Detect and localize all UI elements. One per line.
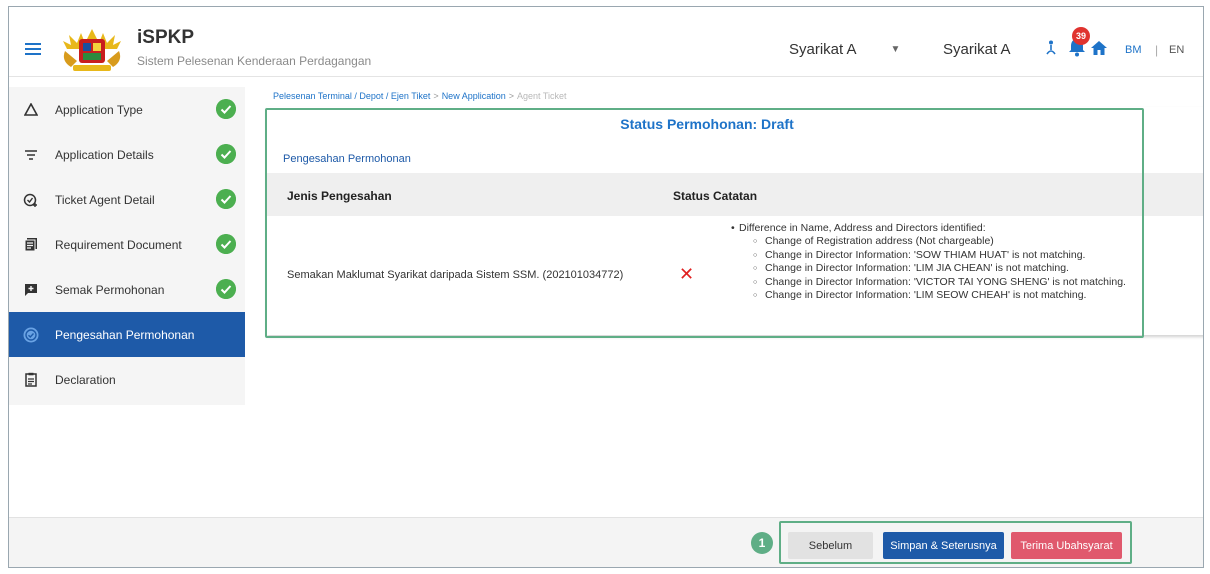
sidebar-item-label: Ticket Agent Detail xyxy=(55,192,155,207)
completed-check-icon xyxy=(216,189,236,209)
company-select-value: Syarikat A xyxy=(789,41,857,58)
breadcrumb-link-licensing[interactable]: Pelesenan Terminal / Depot / Ejen Tiket xyxy=(273,91,430,101)
document-icon xyxy=(23,237,39,253)
save-and-next-button[interactable]: Simpan & Seterusnya xyxy=(883,532,1004,559)
breadcrumb-link-new-application[interactable]: New Application xyxy=(442,91,506,101)
clipboard-icon xyxy=(23,372,39,388)
sidebar-item-label: Semak Permohonan xyxy=(55,282,165,297)
sidebar-item-pengesahan-permohonan[interactable]: Pengesahan Permohonan xyxy=(9,312,245,357)
sidebar-item-application-details[interactable]: Application Details xyxy=(9,132,245,177)
sidebar-item-declaration[interactable]: Declaration xyxy=(9,357,245,402)
company-select[interactable]: Syarikat A ▼ xyxy=(789,41,900,58)
sidebar-item-semak-permohonan[interactable]: Semak Permohonan xyxy=(9,267,245,312)
sidebar-item-label: Pengesahan Permohonan xyxy=(55,327,195,342)
app-subtitle: Sistem Pelesenan Kenderaan Perdagangan xyxy=(137,54,372,68)
completed-check-icon xyxy=(216,144,236,164)
sidebar-item-label: Application Type xyxy=(55,102,143,117)
app-window: iSPKP Sistem Pelesenan Kenderaan Perdaga… xyxy=(8,6,1204,568)
sidebar-item-requirement-document[interactable]: Requirement Document xyxy=(9,222,245,267)
step-number-badge: 1 xyxy=(751,532,773,554)
sidebar: Application Type Application Details Tic… xyxy=(9,87,245,405)
notification-badge: 39 xyxy=(1072,27,1090,45)
caret-down-icon: ▼ xyxy=(890,44,901,55)
home-icon[interactable] xyxy=(1091,41,1107,55)
breadcrumb: Pelesenan Terminal / Depot / Ejen Tiket >… xyxy=(273,91,567,101)
lang-en-link[interactable]: EN xyxy=(1169,44,1184,56)
message-add-icon xyxy=(23,282,39,298)
previous-button[interactable]: Sebelum xyxy=(788,532,873,559)
sidebar-item-application-type[interactable]: Application Type xyxy=(9,87,245,132)
sidebar-item-label: Declaration xyxy=(55,372,116,387)
breadcrumb-current: Agent Ticket xyxy=(517,91,567,101)
person-add-icon xyxy=(23,192,39,208)
breadcrumb-separator: > xyxy=(433,91,439,101)
filter-lines-icon xyxy=(23,147,39,163)
sidebar-item-label: Application Details xyxy=(55,147,154,162)
coat-of-arms-logo xyxy=(63,29,121,71)
triangle-icon xyxy=(23,102,39,118)
completed-check-icon xyxy=(216,234,236,254)
lang-separator: | xyxy=(1155,43,1159,57)
accept-conditions-button[interactable]: Terima Ubahsyarat xyxy=(1011,532,1122,559)
hamburger-menu-icon[interactable] xyxy=(25,43,41,55)
annotation-highlight-box xyxy=(265,108,1144,338)
completed-check-icon xyxy=(216,279,236,299)
top-header: iSPKP Sistem Pelesenan Kenderaan Perdaga… xyxy=(9,7,1203,77)
breadcrumb-separator: > xyxy=(508,91,514,101)
lang-bm-link[interactable]: BM xyxy=(1125,44,1142,56)
check-circle-icon xyxy=(23,327,39,343)
company-name: Syarikat A xyxy=(943,41,1011,58)
completed-check-icon xyxy=(216,99,236,119)
sidebar-item-label: Requirement Document xyxy=(55,237,182,252)
sidebar-item-ticket-agent-detail[interactable]: Ticket Agent Detail xyxy=(9,177,245,222)
accessibility-icon[interactable] xyxy=(1045,40,1057,56)
app-title: iSPKP xyxy=(137,27,195,48)
